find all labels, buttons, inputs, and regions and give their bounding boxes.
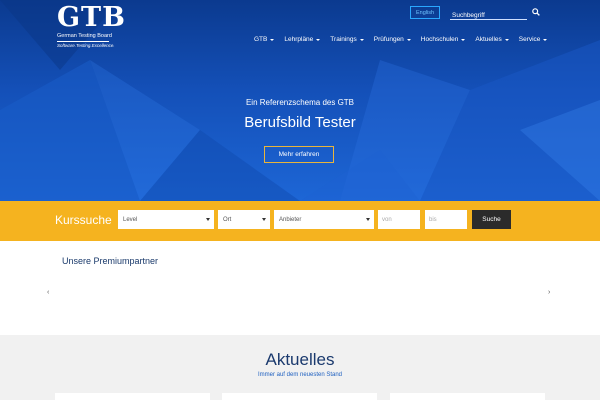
course-search-title: Kurssuche [55,213,112,227]
logo-claim: Software.Testing.Excellence. [57,43,115,48]
nav-item-lehrplaene[interactable]: Lehrpläne [284,36,321,43]
nav-item-label: Prüfungen [373,36,404,43]
location-select[interactable]: Ort [218,210,270,229]
nav-item-aktuelles[interactable]: Aktuelles [475,36,509,43]
date-from-input[interactable]: von [378,210,420,229]
hero-kicker: Ein Referenzschema des GTB [245,98,355,107]
location-select-value: Ort [223,216,232,223]
chevron-down-icon [461,38,466,41]
more-info-button[interactable]: Mehr erfahren [264,146,334,163]
search-icon[interactable] [532,8,540,16]
chevron-down-icon [270,38,275,41]
hero-title: Berufsbild Tester [244,114,356,131]
premium-partners-section: Unsere Premiumpartner ‹ › [0,241,600,335]
carousel-next-icon[interactable]: › [548,289,550,296]
chevron-down-icon [543,38,548,41]
nav-item-label: Lehrpläne [284,36,314,43]
language-button[interactable]: English [410,6,440,19]
nav-item-service[interactable]: Service [519,36,548,43]
chevron-down-icon [366,218,370,221]
chevron-down-icon [262,218,266,221]
news-title: Aktuelles [265,350,335,369]
main-nav: GTB Lehrpläne Trainings Prüfungen Hochsc… [254,36,557,43]
provider-select[interactable]: Anbieter [274,210,374,229]
nav-item-label: GTB [254,36,268,43]
logo-name: German Testing Board [57,33,112,39]
chevron-down-icon [406,38,411,41]
nav-item-gtb[interactable]: GTB [254,36,275,43]
news-card[interactable] [55,393,210,400]
date-to-input[interactable]: bis [425,210,467,229]
hero-banner: GTB German Testing Board Software.Testin… [0,0,600,201]
nav-item-label: Trainings [330,36,357,43]
provider-select-value: Anbieter [279,216,302,223]
nav-item-label: Aktuelles [475,36,502,43]
level-select[interactable]: Level [118,210,214,229]
news-subtitle: Immer auf dem neuesten Stand [257,372,343,378]
date-from-placeholder: von [382,216,392,223]
date-to-placeholder: bis [429,216,437,223]
search-box [450,4,527,23]
level-select-value: Level [123,216,138,223]
logo-mark: GTB [57,2,126,33]
chevron-down-icon [316,38,321,41]
nav-item-hochschulen[interactable]: Hochschulen [421,36,466,43]
news-section: Aktuelles Immer auf dem neuesten Stand [0,335,600,400]
chevron-down-icon [359,38,364,41]
nav-item-label: Hochschulen [420,36,459,43]
news-card[interactable] [222,393,377,400]
carousel-prev-icon[interactable]: ‹ [47,289,49,296]
search-input[interactable] [450,8,527,23]
gtb-logo[interactable]: GTB German Testing Board Software.Testin… [57,4,126,48]
chevron-down-icon [206,218,210,221]
nav-item-trainings[interactable]: Trainings [330,36,364,43]
chevron-down-icon [504,38,509,41]
logo-divider [57,41,109,42]
course-search-bar: Kurssuche Level Ort Anbieter von bis Suc… [0,201,600,241]
nav-item-label: Service [518,36,541,43]
partners-title: Unsere Premiumpartner [62,256,159,266]
nav-item-pruefungen[interactable]: Prüfungen [374,36,411,43]
news-card[interactable] [390,393,545,400]
course-search-button[interactable]: Suche [472,210,511,229]
